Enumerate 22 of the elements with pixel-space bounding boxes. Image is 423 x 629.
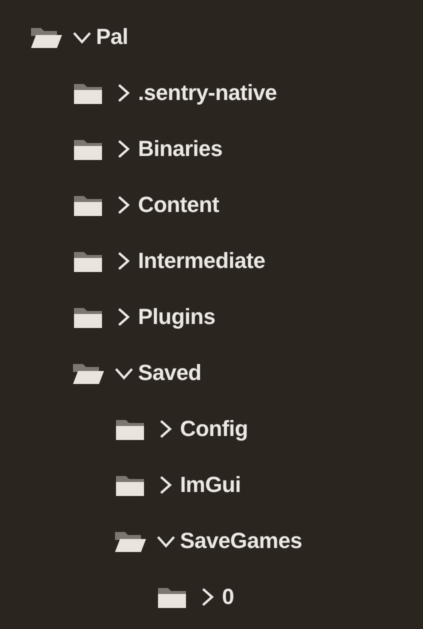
folder-name[interactable]: SaveGames <box>180 527 302 555</box>
folder-icon <box>114 473 146 497</box>
folder-icon <box>114 417 146 441</box>
folder-name[interactable]: Binaries <box>138 135 222 163</box>
folder-name[interactable]: Saved <box>138 359 202 387</box>
folder-name[interactable]: Config <box>180 415 248 443</box>
folder-icon <box>156 585 188 609</box>
folder-icon <box>72 249 104 273</box>
open-folder-icon <box>114 529 146 553</box>
folder-name[interactable]: Intermediate <box>138 247 266 275</box>
folder-name[interactable]: Pal <box>96 23 128 51</box>
folder-name[interactable]: .sentry-native <box>138 79 277 107</box>
folder-name[interactable]: ImGui <box>180 471 241 499</box>
folder-icon <box>72 193 104 217</box>
folder-name[interactable]: Content <box>138 191 219 219</box>
folder-icon <box>72 305 104 329</box>
open-folder-icon <box>72 361 104 385</box>
folder-icon <box>72 137 104 161</box>
folder-name[interactable]: 0 <box>222 583 234 611</box>
folder-icon <box>72 81 104 105</box>
open-folder-icon <box>30 25 62 49</box>
folder-name[interactable]: Plugins <box>138 303 216 331</box>
